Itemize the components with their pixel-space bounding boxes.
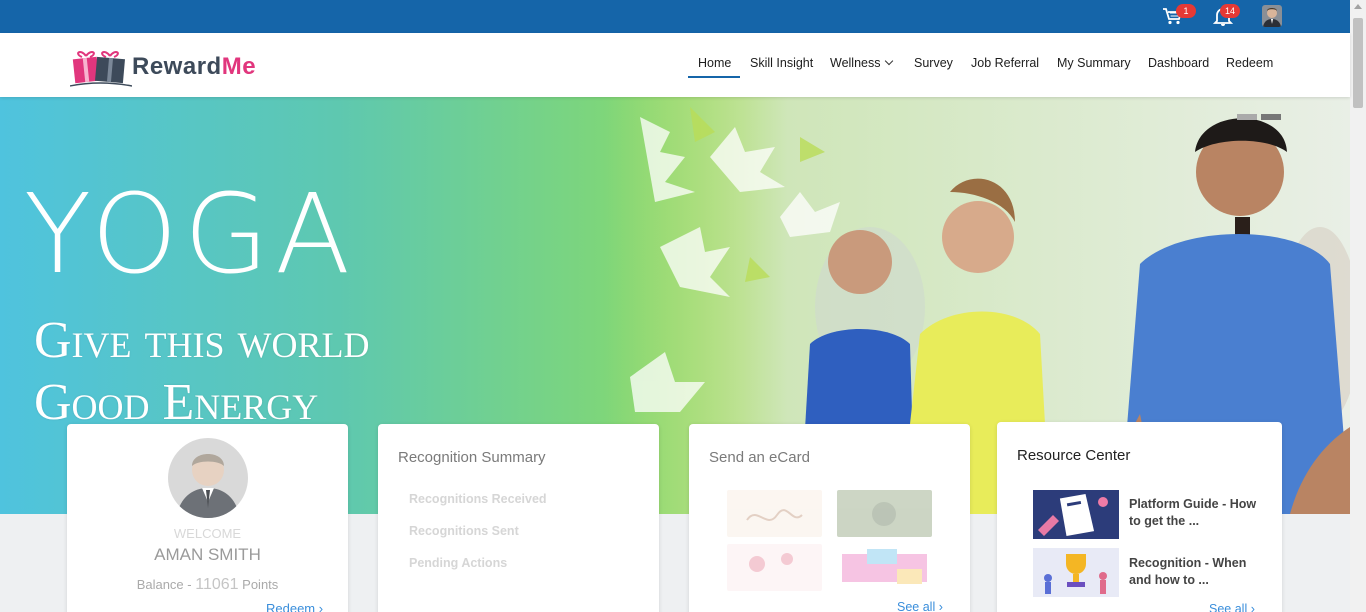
ecard-thumbnail[interactable]: [727, 544, 822, 591]
nav-item-job-referral[interactable]: Job Referral: [971, 56, 1039, 70]
balance-prefix: Balance -: [136, 577, 196, 592]
scrollbar-thumb[interactable]: [1353, 18, 1363, 108]
redeem-link[interactable]: Redeem ›: [266, 601, 323, 612]
pending-actions-link[interactable]: Pending Actions: [409, 556, 507, 570]
user-name: AMAN SMITH: [154, 545, 261, 564]
user-avatar[interactable]: [1262, 5, 1282, 27]
hero-title: YOGA: [24, 170, 357, 298]
resource-thumbnail[interactable]: [1033, 548, 1119, 597]
chevron-down-icon: [885, 56, 894, 66]
carousel-dot[interactable]: [1261, 114, 1281, 120]
nav-item-survey[interactable]: Survey: [914, 56, 953, 70]
points-balance: Balance - 11061 Points: [67, 576, 348, 594]
recognitions-received-link[interactable]: Recognitions Received: [409, 492, 547, 506]
carousel-dot[interactable]: [1237, 114, 1257, 120]
profile-picture[interactable]: [168, 438, 248, 518]
carousel-indicators: [1237, 107, 1285, 125]
notification-count-badge: 14: [1220, 4, 1240, 18]
nav-item-redeem[interactable]: Redeem: [1226, 56, 1273, 70]
recognition-summary-card: Recognition Summary Recognitions Receive…: [378, 424, 659, 612]
resource-item-title[interactable]: Recognition - When and how to ...: [1129, 555, 1259, 589]
ecard-thumbnail[interactable]: [837, 490, 932, 537]
ecard-see-all-link[interactable]: See all ›: [897, 600, 943, 612]
top-bar: 1 14: [0, 0, 1350, 33]
scroll-up-arrow-icon[interactable]: [1354, 4, 1362, 9]
resource-thumbnail[interactable]: [1033, 490, 1119, 539]
nav-item-home[interactable]: Home: [698, 56, 731, 70]
nav-item-dashboard[interactable]: Dashboard: [1148, 56, 1209, 70]
welcome-card: WELCOME AMAN SMITH Balance - 11061 Point…: [67, 424, 348, 612]
balance-suffix: Points: [238, 577, 279, 592]
resource-item-title[interactable]: Platform Guide - How to get the ...: [1129, 496, 1259, 530]
gift-box-icon: [69, 51, 133, 87]
resource-center-card: Resource Center Platform Guide - How to …: [997, 422, 1282, 612]
nav-item-wellness[interactable]: Wellness: [830, 56, 894, 70]
rewardme-logo[interactable]: RewardMe: [69, 46, 275, 88]
nav-item-wellness-label: Wellness: [830, 56, 881, 70]
balance-points-value: 11061: [195, 576, 239, 593]
send-ecard-title: Send an eCard: [709, 449, 810, 466]
welcome-label: WELCOME: [173, 526, 242, 541]
ecard-thumbnail[interactable]: [727, 490, 822, 537]
cart-count-badge: 1: [1176, 4, 1196, 18]
recognition-summary-title: Recognition Summary: [398, 449, 546, 466]
nav-item-my-summary[interactable]: My Summary: [1057, 56, 1131, 70]
resource-see-all-link[interactable]: See all ›: [1209, 602, 1255, 612]
send-ecard-card: Send an eCard See all ›: [689, 424, 970, 612]
nav-active-indicator: [688, 76, 740, 78]
page-scrollbar[interactable]: [1350, 0, 1366, 612]
recognitions-sent-link[interactable]: Recognitions Sent: [409, 524, 519, 538]
nav-item-skill-insight[interactable]: Skill Insight: [750, 56, 813, 70]
hero-subtitle-line2: Good Energy: [34, 374, 319, 431]
brand-name: RewardMe: [132, 53, 257, 80]
ecard-thumbnail[interactable]: [837, 544, 932, 591]
main-nav: RewardMe Home Skill Insight Wellness Sur…: [0, 33, 1350, 97]
resource-center-title: Resource Center: [1017, 447, 1131, 464]
hero-subtitle-line1: Give this world: [34, 312, 370, 369]
